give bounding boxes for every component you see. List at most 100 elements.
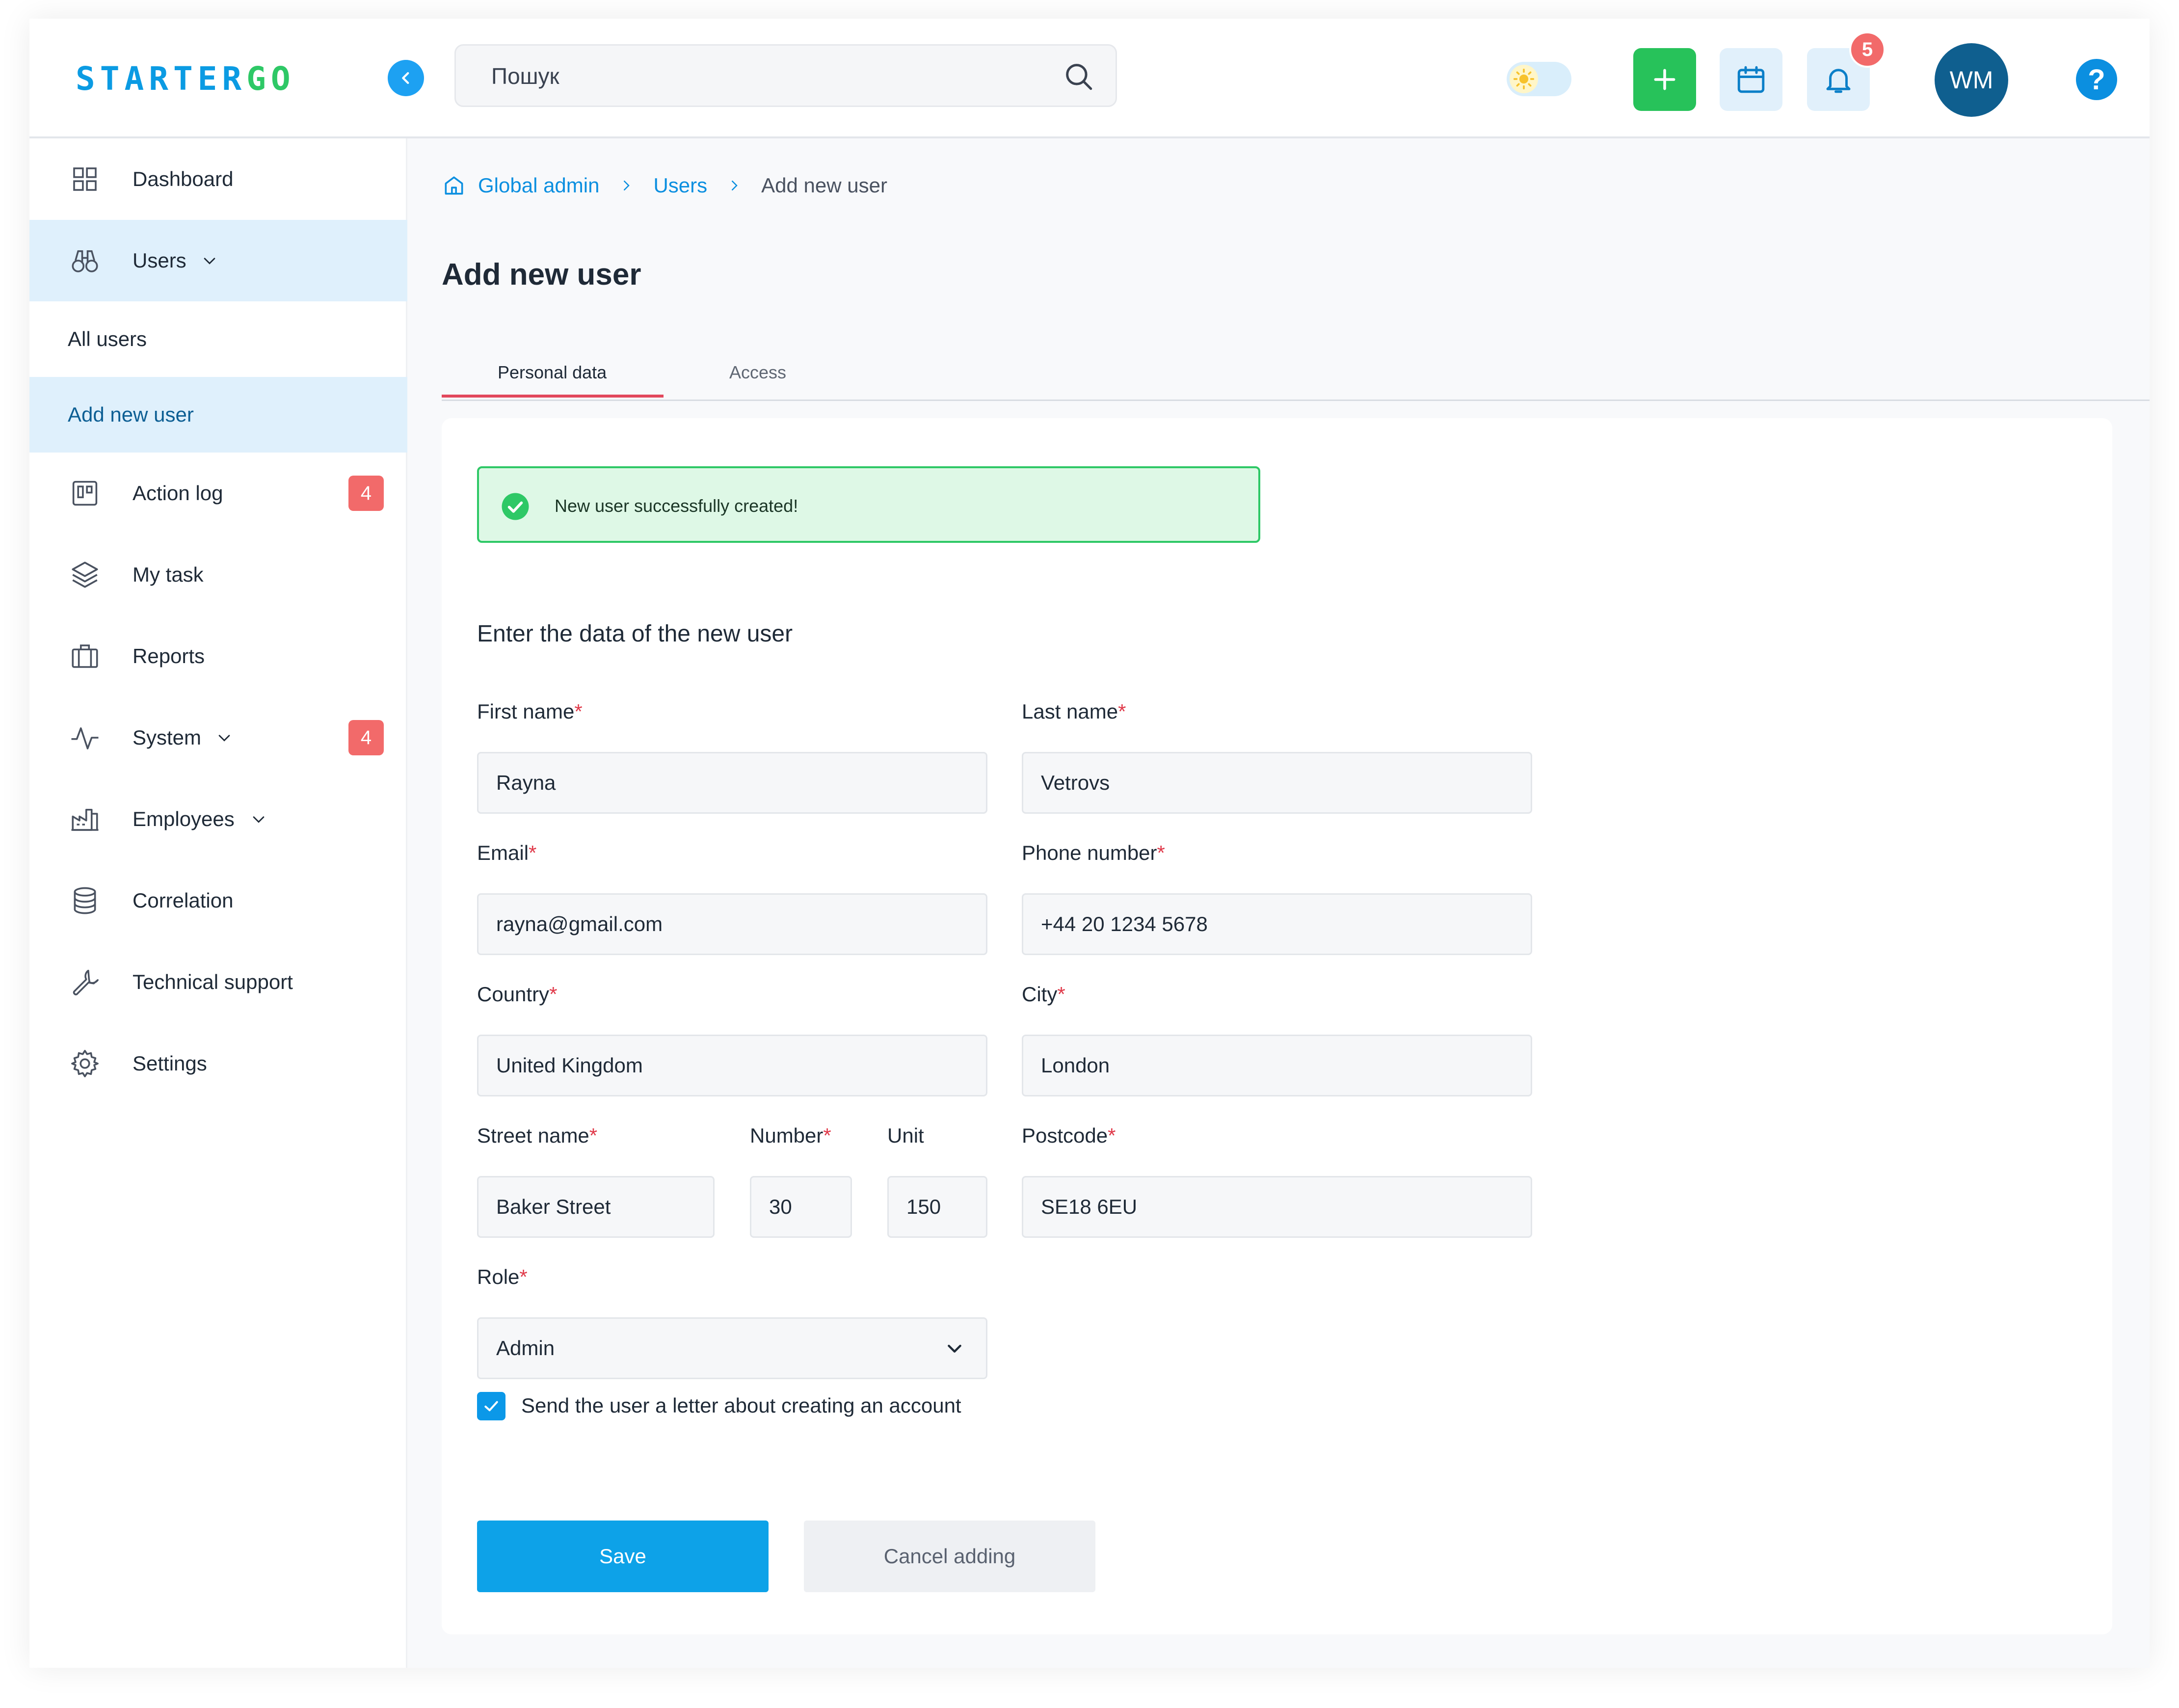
sun-icon bbox=[1510, 65, 1538, 93]
country-label: Country* bbox=[477, 983, 558, 1006]
role-label: Role* bbox=[477, 1265, 528, 1288]
form-section-title: Enter the data of the new user bbox=[477, 621, 793, 647]
checkmark-icon bbox=[484, 1401, 498, 1412]
sidebar-item-label: Users bbox=[133, 249, 186, 272]
role-select[interactable]: Admin bbox=[477, 1317, 987, 1379]
sidebar-item-users[interactable]: Users bbox=[29, 220, 407, 301]
sidebar-item-action-log[interactable]: Action log 4 bbox=[29, 453, 407, 534]
collapse-sidebar-button[interactable] bbox=[388, 60, 424, 96]
last-name-label: Last name* bbox=[1022, 700, 1126, 723]
city-field[interactable]: London bbox=[1022, 1035, 1532, 1096]
sidebar-item-label: Reports bbox=[133, 644, 205, 667]
postcode-field[interactable]: SE18 6EU bbox=[1022, 1176, 1532, 1238]
question-icon: ? bbox=[2088, 63, 2105, 96]
home-icon[interactable] bbox=[442, 173, 466, 198]
system-count-badge: 4 bbox=[348, 720, 384, 755]
sidebar-item-dashboard[interactable]: Dashboard bbox=[29, 138, 407, 220]
chevron-right-icon bbox=[619, 178, 634, 193]
app-window: STARTERGO 5 WM ? Dashboard bbox=[29, 19, 2150, 1668]
tab-bar: Personal data Access bbox=[442, 350, 2150, 401]
sidebar-item-label: Correlation bbox=[133, 889, 234, 912]
success-alert: New user successfully created! bbox=[477, 466, 1260, 543]
briefcase-icon bbox=[72, 644, 98, 668]
tab-access[interactable]: Access bbox=[729, 362, 786, 383]
street-label: Street name* bbox=[477, 1124, 598, 1147]
page-title: Add new user bbox=[442, 258, 641, 292]
tab-personal-data[interactable]: Personal data bbox=[498, 362, 607, 383]
chevron-right-icon bbox=[727, 178, 742, 193]
postcode-label: Postcode* bbox=[1022, 1124, 1116, 1147]
gear-icon bbox=[71, 1050, 99, 1077]
email-label: Email* bbox=[477, 841, 537, 864]
sidebar: Dashboard Users All users Add new user A… bbox=[29, 138, 407, 1668]
wrench-icon bbox=[73, 969, 99, 995]
first-name-label: First name* bbox=[477, 700, 583, 723]
grid-icon bbox=[73, 167, 97, 191]
sidebar-item-label: System bbox=[133, 726, 202, 749]
binoculars-icon bbox=[72, 250, 98, 272]
breadcrumb-global-admin[interactable]: Global admin bbox=[478, 174, 599, 197]
search-icon[interactable] bbox=[1063, 60, 1095, 93]
sidebar-item-label: Action log bbox=[133, 481, 223, 505]
sidebar-item-employees[interactable]: Employees bbox=[29, 778, 407, 860]
send-letter-checkbox[interactable] bbox=[477, 1392, 505, 1420]
user-avatar[interactable]: WM bbox=[1935, 43, 2008, 117]
number-label: Number* bbox=[750, 1124, 831, 1147]
email-field[interactable]: rayna@gmail.com bbox=[477, 893, 987, 955]
app-logo[interactable]: STARTERGO bbox=[76, 60, 295, 98]
sidebar-subitem-label: All users bbox=[68, 327, 147, 350]
phone-field[interactable]: +44 20 1234 5678 bbox=[1022, 893, 1532, 955]
active-tab-indicator bbox=[442, 395, 664, 398]
country-field[interactable]: United Kingdom bbox=[477, 1035, 987, 1096]
sidebar-item-correlation[interactable]: Correlation bbox=[29, 860, 407, 941]
database-icon bbox=[74, 887, 96, 914]
layers-icon bbox=[72, 561, 98, 588]
theme-toggle[interactable] bbox=[1507, 62, 1571, 96]
last-name-field[interactable]: Vetrovs bbox=[1022, 752, 1532, 814]
kanban-icon bbox=[72, 480, 98, 506]
form-card: New user successfully created! Enter the… bbox=[442, 418, 2112, 1634]
sidebar-item-label: Technical support bbox=[133, 970, 293, 993]
breadcrumb: Global admin Users Add new user bbox=[442, 171, 887, 200]
sidebar-subitem-all-users[interactable]: All users bbox=[29, 301, 407, 377]
activity-icon bbox=[71, 727, 99, 749]
sidebar-item-label: Settings bbox=[133, 1052, 207, 1075]
calendar-button[interactable] bbox=[1720, 48, 1782, 111]
street-field[interactable]: Baker Street bbox=[477, 1176, 715, 1238]
search-box bbox=[454, 44, 1117, 107]
unit-field[interactable]: 150 bbox=[887, 1176, 987, 1238]
sidebar-subitem-add-new-user[interactable]: Add new user bbox=[29, 377, 407, 453]
add-button[interactable] bbox=[1633, 48, 1696, 111]
sidebar-subitem-label: Add new user bbox=[68, 403, 194, 426]
factory-icon bbox=[71, 808, 99, 831]
city-label: City* bbox=[1022, 983, 1065, 1006]
chevron-down-icon bbox=[948, 1344, 961, 1353]
number-field[interactable]: 30 bbox=[750, 1176, 852, 1238]
chevron-left-icon bbox=[402, 72, 409, 84]
sidebar-item-label: Employees bbox=[133, 807, 235, 830]
send-letter-label[interactable]: Send the user a letter about creating an… bbox=[521, 1394, 961, 1417]
alert-text: New user successfully created! bbox=[555, 496, 798, 516]
search-input[interactable] bbox=[490, 46, 1032, 107]
check-circle-icon bbox=[502, 493, 529, 520]
sidebar-item-system[interactable]: System 4 bbox=[29, 697, 407, 778]
phone-label: Phone number* bbox=[1022, 841, 1165, 864]
breadcrumb-users[interactable]: Users bbox=[653, 174, 707, 197]
notification-count-badge: 5 bbox=[1849, 31, 1886, 68]
cancel-adding-button[interactable]: Cancel adding bbox=[804, 1521, 1095, 1592]
sidebar-item-my-task[interactable]: My task bbox=[29, 534, 407, 615]
sidebar-item-settings[interactable]: Settings bbox=[29, 1023, 407, 1104]
chevron-down-icon bbox=[218, 735, 230, 742]
save-button[interactable]: Save bbox=[477, 1521, 769, 1592]
bell-icon bbox=[1826, 69, 1851, 93]
unit-label: Unit bbox=[887, 1124, 924, 1147]
action-log-count-badge: 4 bbox=[348, 476, 384, 511]
sidebar-item-technical-support[interactable]: Technical support bbox=[29, 941, 407, 1023]
sidebar-item-label: Dashboard bbox=[133, 167, 234, 190]
sidebar-item-label: My task bbox=[133, 563, 204, 586]
sidebar-item-reports[interactable]: Reports bbox=[29, 615, 407, 697]
calendar-icon bbox=[1737, 66, 1765, 93]
first-name-field[interactable]: Rayna bbox=[477, 752, 987, 814]
help-button[interactable]: ? bbox=[2076, 59, 2117, 100]
chevron-down-icon bbox=[253, 816, 265, 823]
